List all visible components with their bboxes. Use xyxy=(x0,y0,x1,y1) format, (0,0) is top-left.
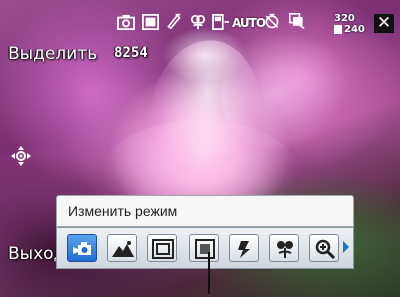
shots-remaining: 8254 xyxy=(114,45,148,61)
mode-menu: Изменить режим xyxy=(56,195,354,271)
scroll-right-arrow-icon[interactable] xyxy=(343,241,349,253)
white-balance-icon[interactable] xyxy=(141,14,160,30)
macro-mode-icon xyxy=(277,241,293,258)
mode-toolbar xyxy=(56,227,354,269)
landscape-mode-icon xyxy=(112,241,134,257)
landscape-mode-button[interactable] xyxy=(107,234,137,262)
sport-mode-button[interactable] xyxy=(229,234,259,262)
macro-mode-button[interactable] xyxy=(269,234,299,262)
picture-mode-icon xyxy=(195,239,215,259)
resolution-indicator[interactable]: 320 240 xyxy=(334,13,365,36)
navigation-pad-icon[interactable] xyxy=(10,145,32,167)
zoom-mode-button[interactable] xyxy=(309,234,339,262)
iso-auto-icon[interactable]: AUTO xyxy=(232,15,266,31)
camera-settings-bar: AUTO 320 240 ✕ xyxy=(0,6,400,35)
video-camera-mode-button[interactable] xyxy=(67,234,97,262)
video-camera-mode-icon xyxy=(73,242,91,255)
resolution-square-icon xyxy=(334,25,342,34)
timer-off-icon[interactable] xyxy=(262,13,282,29)
frame-mode-button[interactable] xyxy=(147,234,177,262)
camera-icon[interactable] xyxy=(116,14,136,30)
flower-petal xyxy=(140,33,270,197)
mode-menu-title: Изменить режим xyxy=(56,195,354,227)
resolution-width: 320 xyxy=(334,13,355,24)
zoom-mode-icon xyxy=(315,239,336,260)
selection-pointer xyxy=(208,252,210,294)
flash-icon[interactable] xyxy=(211,14,231,30)
picture-mode-button[interactable] xyxy=(189,234,219,262)
macro-flower-icon[interactable] xyxy=(189,14,207,30)
camera-viewfinder[interactable]: AUTO 320 240 ✕ Выделить 8254 Выход Измен… xyxy=(0,0,400,297)
close-button[interactable]: ✕ xyxy=(374,14,394,33)
sport-mode-icon xyxy=(238,241,250,258)
burst-icon[interactable] xyxy=(287,13,307,29)
left-soft-key[interactable]: Выделить xyxy=(8,44,97,64)
frame-mode-icon xyxy=(152,239,174,259)
resolution-height: 240 xyxy=(344,24,365,35)
effect-pen-icon[interactable] xyxy=(164,13,184,29)
